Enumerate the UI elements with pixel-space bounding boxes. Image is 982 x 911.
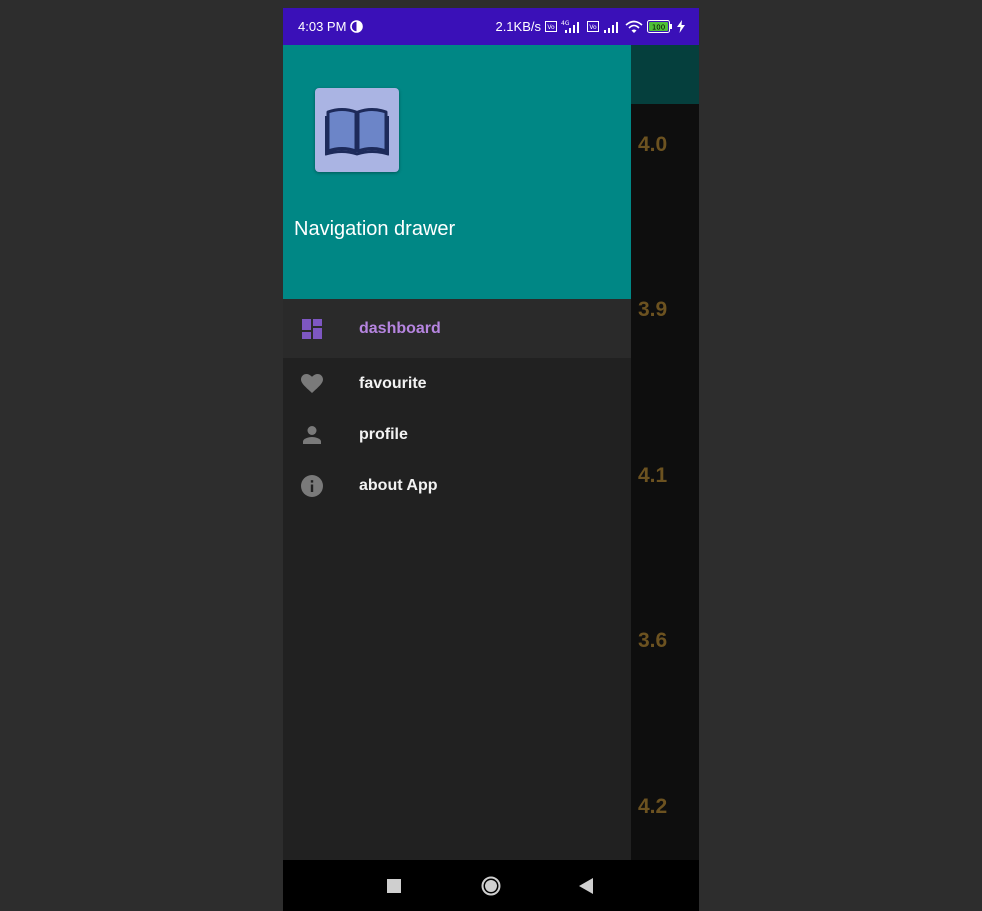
dashboard-icon [301,318,323,340]
signal-icon [603,20,621,34]
back-icon [579,877,593,894]
drawer-menu: dashboard favourite profile about App [283,299,631,511]
rating-text: 3.9 [638,298,668,321]
back-button[interactable] [566,860,606,911]
volte-icon: Vo [587,21,599,32]
drawer-title: Navigation drawer [294,218,456,240]
rating-text: 4.0 [638,133,668,156]
svg-text:Vo: Vo [547,24,555,31]
rating-text: 4.1 [638,464,668,487]
menu-item-profile[interactable]: profile [283,409,631,460]
system-nav-bar [283,860,699,911]
battery-icon: 100 [647,20,673,33]
navigation-drawer: Navigation drawer dashboard favourite pr… [283,45,631,860]
status-time: 4:03 PM [298,19,347,34]
volte-icon: Vo [545,21,557,32]
data-saver-icon [350,20,364,33]
heart-icon [301,373,323,395]
menu-item-dashboard[interactable]: dashboard [283,299,631,358]
home-button[interactable] [471,860,511,911]
app-logo [315,88,399,172]
recents-button[interactable] [374,860,414,911]
recents-icon [387,878,401,893]
status-bar: 4:03 PM 2.1KB/s Vo 4G Vo 100 [283,8,699,45]
menu-item-label: about App [359,476,438,494]
drawer-header: Navigation drawer [283,45,631,299]
background-list: 4.0 3.9 4.1 3.6 4.2 [631,45,699,860]
menu-item-label: favourite [359,374,427,392]
rating-text: 4.2 [638,795,668,818]
wifi-icon [625,20,643,34]
network-speed: 2.1KB/s [495,19,541,34]
menu-item-label: dashboard [359,319,441,337]
info-icon [301,474,323,497]
battery-level: 100 [652,24,665,32]
open-book-icon [325,108,389,156]
network-type: 4G [561,20,570,27]
home-icon [481,876,501,895]
signal-icon: 4G [561,20,583,34]
menu-item-label: profile [359,425,408,443]
background-app-bar [631,45,699,104]
rating-text: 3.6 [638,629,668,652]
phone-screen: 4:03 PM 2.1KB/s Vo 4G Vo 100 4.0 3.9 4.1… [283,8,699,911]
svg-text:Vo: Vo [589,24,597,31]
person-icon [301,424,323,446]
charging-icon [677,20,685,33]
menu-item-favourite[interactable]: favourite [283,358,631,409]
menu-item-about-app[interactable]: about App [283,460,631,511]
